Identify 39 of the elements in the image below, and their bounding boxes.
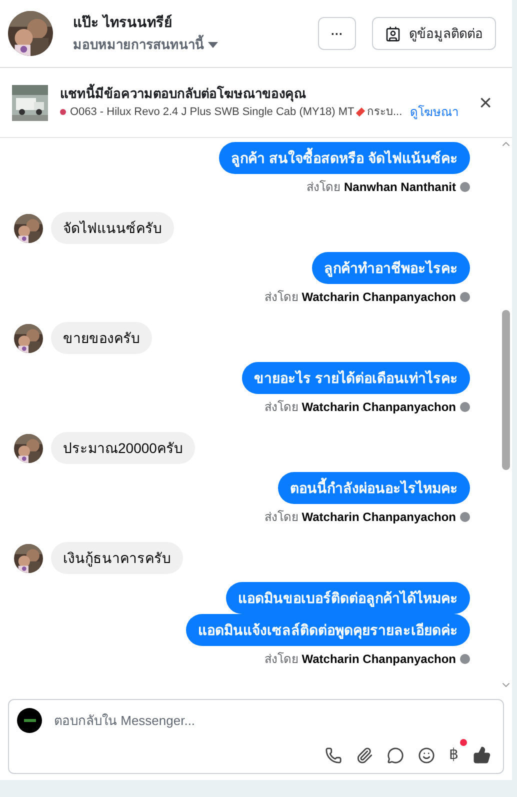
contact-name: แป๊ะ ไทรนนทรีย์ [73,13,173,32]
message-bubble: แอดมินแจ้งเซลล์ติดต่อพูดคุยรายละเอียดค่ะ [186,614,470,646]
message-bubble: จัดไฟแนนซ์ครับ [51,212,174,244]
sender-label: ส่งโดย Watcharin Chanpanyachon [264,399,456,416]
message-bubble: ลูกค้าทำอาชีพอะไรคะ [312,252,470,284]
message-bubble: ลูกค้า สนใจซื้อสดหรือ จัดไฟแน้นซ์คะ [219,142,470,174]
message-bubble: ประมาณ20000ครับ [51,432,195,464]
close-button[interactable]: × [471,92,500,114]
view-ad-link[interactable]: ดูโฆษณา [410,103,460,122]
info-icon[interactable] [460,654,470,664]
emoji-icon[interactable] [418,746,435,764]
page-avatar-icon [17,708,42,733]
assign-dropdown[interactable]: มอบหมายการสนทนานี้ [73,35,218,55]
scrollbar-thumb[interactable] [502,310,510,470]
paperclip-icon[interactable] [356,746,373,764]
payment-button[interactable]: ฿ [449,747,459,762]
reply-input[interactable]: ตอบกลับใน Messenger... [54,710,495,730]
sender-label: ส่งโดย Watcharin Chanpanyachon [264,289,456,306]
message-bubble: แอดมินขอเบอร์ติดต่อลูกค้าได้ไหมคะ [226,582,470,614]
chat-icon[interactable] [387,746,404,764]
ad-banner-title: แชทนี้มีข้อความตอบกลับต่อโฆษณาของคุณ [60,84,307,104]
contact-info-button[interactable]: ดูข้อมูลติดต่อ [372,17,496,50]
contact-card-icon [385,26,401,42]
sender-label: ส่งโดย Watcharin Chanpanyachon [264,509,456,526]
info-icon[interactable] [460,512,470,522]
info-icon[interactable] [460,182,470,192]
info-icon[interactable] [460,402,470,412]
ad-description: O063 - Hilux Revo 2.4 J Plus SWB Single Cab (MY18) MT [70,105,354,120]
message-bubble: ตอนนี้กำลังผ่อนอะไรไหมคะ [278,472,470,504]
info-icon[interactable] [460,292,470,302]
sender-label: ส่งโดย Nanwhan Nanthanit [306,179,456,196]
like-icon[interactable] [473,746,491,764]
ad-description: กระบ... [366,105,402,120]
sender-label: ส่งโดย Watcharin Chanpanyachon [264,651,456,668]
more-button[interactable]: ··· [318,17,356,50]
message-bubble: เงินกู้ธนาคารครับ [51,542,183,574]
message-bubble: ขายของครับ [51,322,152,354]
phone-icon[interactable] [325,746,342,764]
message-bubble: ขายอะไร รายได้ต่อเดือนเท่าไรคะ [242,362,470,394]
